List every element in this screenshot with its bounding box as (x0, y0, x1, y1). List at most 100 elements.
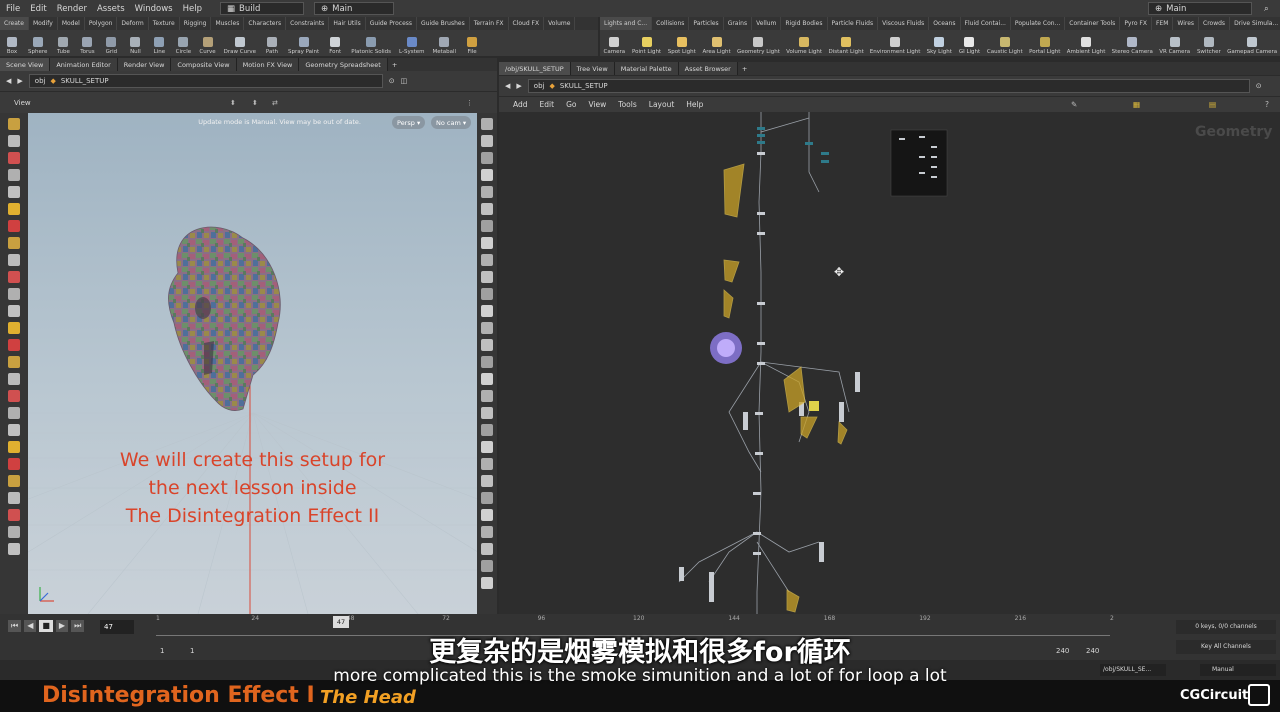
rightcol-tool-icon[interactable] (481, 339, 493, 351)
rightcol-tool-icon[interactable] (481, 152, 493, 164)
persp-button[interactable]: Persp ▾ (392, 116, 426, 129)
rightcol-tool-icon[interactable] (481, 543, 493, 555)
shelf-right-tool-0[interactable]: Camera (600, 30, 629, 56)
leftcol-tool-icon[interactable] (8, 424, 20, 436)
leftcol-tool-icon[interactable] (8, 407, 20, 419)
network-menu-add[interactable]: Add (513, 100, 528, 109)
rightcol-tool-icon[interactable] (481, 203, 493, 215)
tab-tree-view[interactable]: Tree View (570, 62, 615, 75)
network-menu-layout[interactable]: Layout (649, 100, 675, 109)
shelf-right-tab-0[interactable]: Lights and C... (600, 17, 653, 30)
shelf-left-tab-10[interactable]: Hair Utils (329, 17, 366, 30)
tab-geometry-spreadsheet[interactable]: Geometry Spreadsheet (299, 58, 388, 71)
rightcol-tool-icon[interactable] (481, 492, 493, 504)
pin-icon[interactable]: ⊙ (1256, 82, 1262, 90)
shelf-right-tab-7[interactable]: Viscous Fluids (878, 17, 930, 30)
rightcol-tool-icon[interactable] (481, 237, 493, 249)
shelf-left-tool-7[interactable]: Circle (171, 30, 195, 56)
context-dropdown-right[interactable]: ⊕ Main (1148, 2, 1252, 15)
rightcol-tool-icon[interactable] (481, 390, 493, 402)
shelf-left-tool-13[interactable]: Platonic Solids (347, 30, 395, 56)
shelf-right-tab-11[interactable]: Container Tools (1065, 17, 1121, 30)
shelf-left-tool-2[interactable]: Tube (51, 30, 75, 56)
shelf-right-tab-5[interactable]: Rigid Bodies (781, 17, 828, 30)
right-path-field[interactable]: obj ◆ SKULL_SETUP (527, 79, 1250, 93)
shelf-left-tool-5[interactable]: Null (123, 30, 147, 56)
shelf-right-tab-6[interactable]: Particle Fluids (828, 17, 879, 30)
forward-arrow-icon[interactable]: ▶ (17, 77, 22, 85)
rightcol-tool-icon[interactable] (481, 271, 493, 283)
shelf-right-tab-2[interactable]: Particles (689, 17, 724, 30)
back-arrow-icon[interactable]: ◀ (505, 82, 510, 90)
tab-motion-fx-view[interactable]: Motion FX View (236, 58, 300, 71)
shelf-right-tool-12[interactable]: Ambient Light (1064, 30, 1109, 56)
tab-material-palette[interactable]: Material Palette (614, 62, 679, 75)
shelf-right-tool-3[interactable]: Area Light (699, 30, 734, 56)
network-editor[interactable]: Geometry ✥ (499, 112, 1280, 614)
tab-scene-view[interactable]: Scene View (0, 58, 51, 71)
shelf-left-tab-3[interactable]: Polygon (85, 17, 118, 30)
leftcol-tool-icon[interactable] (8, 475, 20, 487)
forward-arrow-icon[interactable]: ▶ (516, 82, 521, 90)
shelf-left-tab-6[interactable]: Rigging (180, 17, 212, 30)
tab-render-view[interactable]: Render View (117, 58, 172, 71)
leftcol-tool-icon[interactable] (8, 118, 20, 130)
playhead[interactable]: 47 (333, 616, 349, 628)
shelf-left-tab-4[interactable]: Deform (117, 17, 149, 30)
tool-icon-2[interactable]: ⬍ (252, 99, 258, 107)
split-icon[interactable]: ◫ (401, 77, 408, 85)
tab-asset-browser[interactable]: Asset Browser (678, 62, 738, 75)
back-arrow-icon[interactable]: ◀ (6, 77, 11, 85)
rightcol-tool-icon[interactable] (481, 254, 493, 266)
shelf-right-tool-7[interactable]: Environment Light (867, 30, 923, 56)
shelf-left-tool-8[interactable]: Curve (195, 30, 219, 56)
shelf-right-tab-9[interactable]: Fluid Contai... (961, 17, 1011, 30)
leftcol-tool-icon[interactable] (8, 441, 20, 453)
shelf-right-tool-15[interactable]: Switcher (1193, 30, 1224, 56)
shelf-left-tool-6[interactable]: Line (147, 30, 171, 56)
grid-view-icon[interactable]: ▦ (1133, 100, 1140, 109)
help-icon[interactable]: ? (1265, 100, 1269, 109)
shelf-right-tool-16[interactable]: Gamepad Camera (1224, 30, 1280, 56)
shelf-left-tool-12[interactable]: Font (323, 30, 347, 56)
leftcol-tool-icon[interactable] (8, 322, 20, 334)
add-tab-icon[interactable]: + (742, 65, 747, 73)
shelf-right-tab-14[interactable]: Wires (1173, 17, 1200, 30)
tab-composite-view[interactable]: Composite View (171, 58, 237, 71)
search-icon[interactable]: ⌕ (1264, 4, 1269, 14)
menu-render[interactable]: Render (57, 4, 87, 14)
shelf-left-tab-9[interactable]: Constraints (286, 17, 330, 30)
tab-animation-editor[interactable]: Animation Editor (50, 58, 118, 71)
shelf-right-tool-9[interactable]: GI Light (955, 30, 983, 56)
shelf-left-tool-14[interactable]: L-System (395, 30, 428, 56)
shelf-left-tool-10[interactable]: Path (260, 30, 284, 56)
shelf-left-tab-15[interactable]: Volume (544, 17, 576, 30)
rightcol-tool-icon[interactable] (481, 509, 493, 521)
shelf-left-tool-1[interactable]: Sphere (24, 30, 51, 56)
leftcol-tool-icon[interactable] (8, 220, 20, 232)
leftcol-tool-icon[interactable] (8, 356, 20, 368)
add-tab-icon[interactable]: + (392, 61, 397, 69)
shelf-left-tool-4[interactable]: Grid (99, 30, 123, 56)
scene-viewport[interactable]: Update mode is Manual. View may be out o… (28, 113, 477, 614)
leftcol-tool-icon[interactable] (8, 135, 20, 147)
shelf-left-tab-1[interactable]: Modify (29, 17, 58, 30)
shelf-right-tab-15[interactable]: Crowds (1199, 17, 1231, 30)
rightcol-tool-icon[interactable] (481, 458, 493, 470)
rightcol-tool-icon[interactable] (481, 373, 493, 385)
menu-assets[interactable]: Assets (97, 4, 125, 14)
rightcol-tool-icon[interactable] (481, 305, 493, 317)
shelf-right-tool-10[interactable]: Caustic Light (984, 30, 1026, 56)
tool-icon-1[interactable]: ⬍ (230, 99, 236, 107)
leftcol-tool-icon[interactable] (8, 339, 20, 351)
left-path-field[interactable]: obj ◆ SKULL_SETUP (28, 74, 383, 88)
menu-windows[interactable]: Windows (135, 4, 173, 14)
rightcol-tool-icon[interactable] (481, 475, 493, 487)
leftcol-tool-icon[interactable] (8, 543, 20, 555)
shelf-left-tab-11[interactable]: Guide Process (366, 17, 418, 30)
rightcol-tool-icon[interactable] (481, 560, 493, 572)
desktop-dropdown[interactable]: ▦ Build (219, 2, 304, 15)
shelf-right-tool-14[interactable]: VR Camera (1156, 30, 1194, 56)
rightcol-tool-icon[interactable] (481, 356, 493, 368)
leftcol-tool-icon[interactable] (8, 373, 20, 385)
